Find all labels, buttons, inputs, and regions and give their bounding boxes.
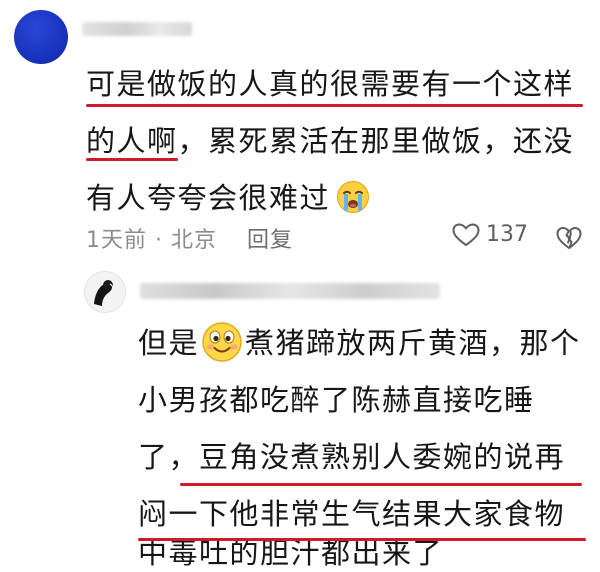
reply-avatar[interactable] (84, 271, 126, 313)
like-button[interactable]: 137 (452, 222, 528, 247)
crying-face-icon (337, 181, 370, 213)
comment-line-2: 的人啊，累死累活在那里做饭，还没 (86, 124, 575, 158)
highlight-underline (180, 483, 582, 486)
broken-heart-icon[interactable] (556, 226, 582, 250)
like-count: 137 (486, 222, 528, 247)
comment-line-1: 可是做饭的人真的很需要有一个这样 (86, 67, 575, 101)
reply-line-1-pre: 但是 (138, 326, 200, 360)
avatar[interactable] (14, 10, 68, 64)
separator-dot: · (155, 228, 163, 253)
reply-line-3: 了，豆角没煮熟别人委婉的说再 (138, 440, 566, 474)
smiling-face-icon (202, 322, 242, 362)
reply-line-5: 中毒吐的胆汁都出来了 (138, 536, 444, 570)
comment-line-3: 有人夸夸会很难过 (86, 181, 370, 215)
comment-meta: 1天前 · 北京 回复 (86, 222, 293, 254)
person-silhouette-icon (85, 272, 125, 312)
comment-line-3-text: 有人夸夸会很难过 (86, 181, 331, 215)
highlight-underline (138, 538, 586, 541)
comment-body: 可是做饭的人真的很需要有一个这样 的人啊，累死累活在那里做饭，还没 有人夸夸会很… (86, 56, 586, 227)
location: 北京 (171, 228, 218, 253)
reply-body: 但是 煮猪蹄放两斤黄酒，那个 小男孩都吃醉了陈赫直接吃睡 了，豆角没煮熟别人委婉… (138, 315, 598, 543)
highlight-underline (86, 158, 178, 161)
reply-line-4: 闷一下他非常生气结果大家食物 (138, 497, 566, 531)
timestamp: 1天前 (86, 228, 147, 253)
reply-line-1-post: 煮猪蹄放两斤黄酒，那个 (245, 326, 581, 360)
reply-button[interactable]: 回复 (247, 228, 293, 253)
reply-username-blurred[interactable] (140, 283, 440, 299)
username-blurred[interactable] (82, 22, 192, 36)
heart-icon (452, 223, 480, 246)
highlight-underline (86, 104, 583, 107)
reply-line-2: 小男孩都吃醉了陈赫直接吃睡 (138, 383, 535, 417)
reply-line-1: 但是 煮猪蹄放两斤黄酒，那个 (138, 322, 581, 362)
